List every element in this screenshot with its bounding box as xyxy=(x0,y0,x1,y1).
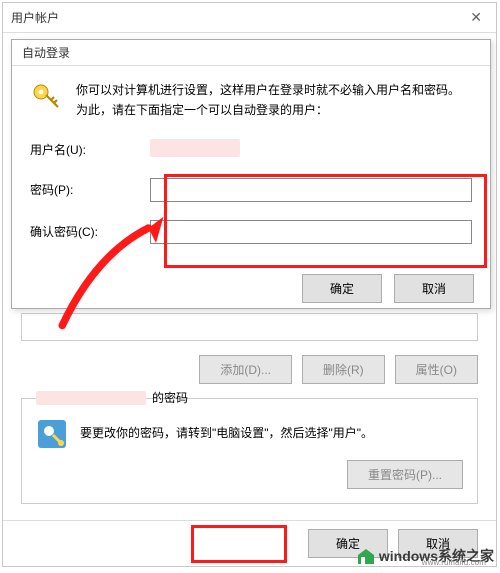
outer-title: 用户帐户 xyxy=(11,9,59,26)
user-accounts-window: 用户帐户 ✕ 添加(D)... 删除(R) 属性(O) 的密码 要更改你的密码，… xyxy=(2,2,497,567)
username-label: 用户名(U): xyxy=(30,141,150,158)
password-label: 密码(P): xyxy=(30,181,150,198)
watermark-logo-icon xyxy=(355,545,377,567)
dialog-titlebar: 自动登录 xyxy=(12,40,490,66)
dialog-intro: 你可以对计算机进行设置，这样用户在登录时就不必输入用户名和密码。 为此，请在下面… xyxy=(76,80,460,121)
dialog-intro-line2: 为此，请在下面指定一个可以自动登录的用户： xyxy=(76,100,460,120)
dialog-cancel-button[interactable]: 取消 xyxy=(394,274,474,303)
dialog-ok-button[interactable]: 确定 xyxy=(302,274,382,303)
username-value-redacted xyxy=(150,139,240,157)
redacted-username xyxy=(36,391,146,405)
user-key-icon xyxy=(36,418,68,450)
password-section-suffix: 的密码 xyxy=(152,389,188,406)
reset-password-button[interactable]: 重置密码(P)... xyxy=(347,460,463,489)
password-section-title: 的密码 xyxy=(36,389,463,406)
key-icon xyxy=(30,80,62,112)
remove-user-button[interactable]: 删除(R) xyxy=(302,355,385,384)
user-properties-button[interactable]: 属性(O) xyxy=(395,355,478,384)
users-list-area xyxy=(21,313,478,341)
confirm-password-input[interactable] xyxy=(150,220,472,244)
dialog-intro-line1: 你可以对计算机进行设置，这样用户在登录时就不必输入用户名和密码。 xyxy=(76,80,460,100)
user-action-buttons: 添加(D)... 删除(R) 属性(O) xyxy=(21,355,478,384)
password-section: 的密码 要更改你的密码，请转到"电脑设置"，然后选择"用户"。 重置密码(P).… xyxy=(21,398,478,504)
background-content: 添加(D)... 删除(R) 属性(O) 的密码 要更改你的密码，请转到"电脑设… xyxy=(21,313,478,504)
confirm-password-label: 确认密码(C): xyxy=(30,223,150,240)
outer-titlebar: 用户帐户 ✕ xyxy=(3,3,496,33)
watermark: windows系统之家 www.ruihaifu.com xyxy=(355,545,494,567)
dialog-title: 自动登录 xyxy=(22,44,70,61)
add-user-button[interactable]: 添加(D)... xyxy=(199,355,292,384)
change-password-text: 要更改你的密码，请转到"电脑设置"，然后选择"用户"。 xyxy=(80,424,463,443)
watermark-url: www.ruihaifu.com xyxy=(422,558,486,567)
password-input[interactable] xyxy=(150,178,472,202)
close-icon[interactable]: ✕ xyxy=(464,7,488,28)
auto-login-dialog: 自动登录 你可以对计算机进行设置，这样用户在登录时就不必输入用户名和密码。 为此… xyxy=(11,39,491,309)
